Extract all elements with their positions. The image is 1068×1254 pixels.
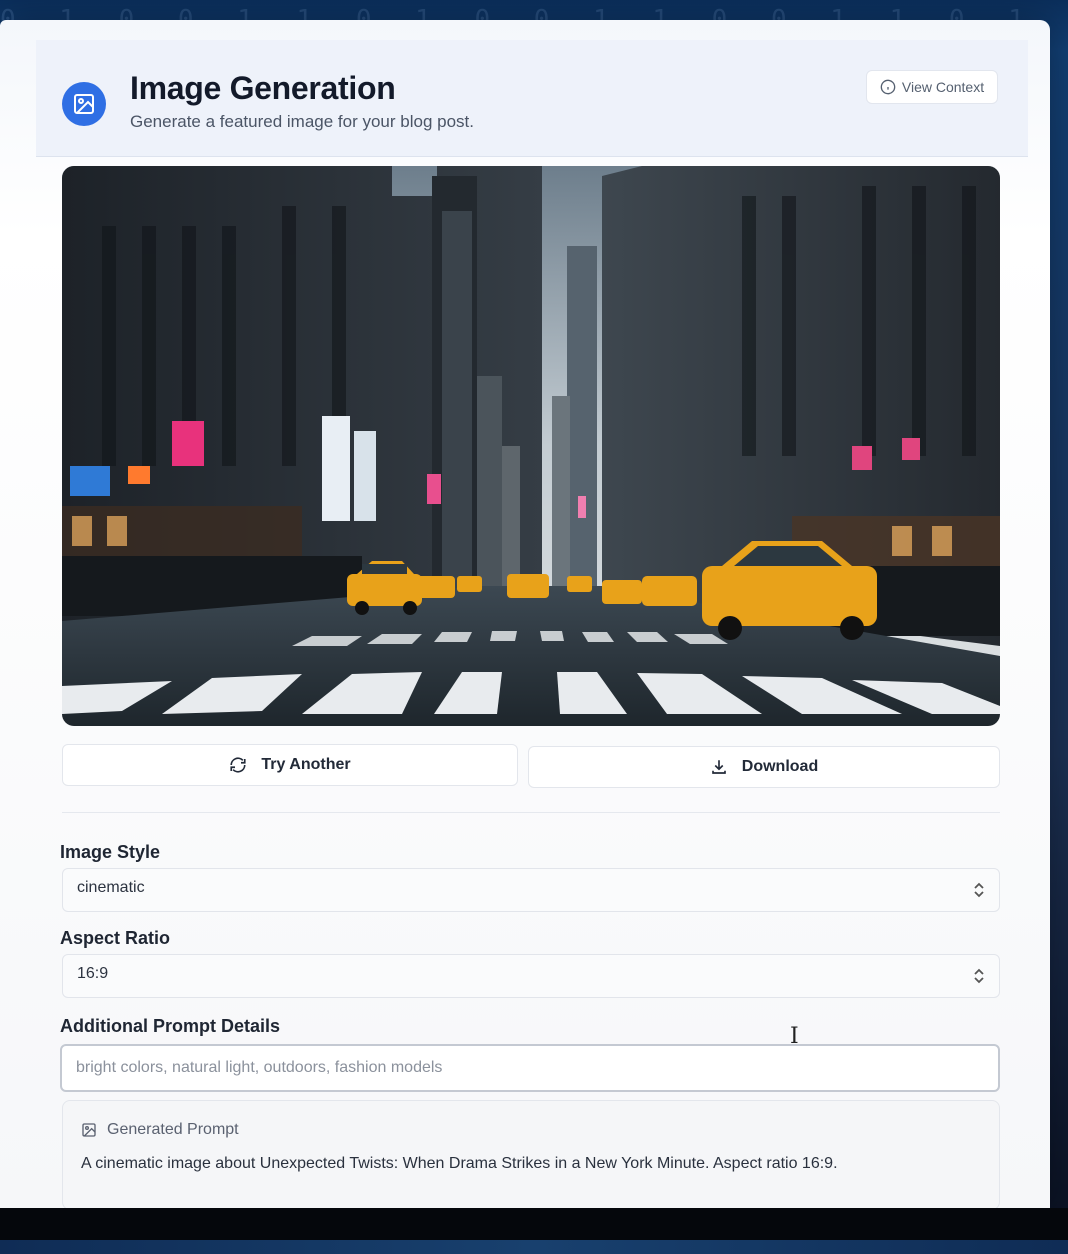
view-context-label: View Context (901, 79, 985, 95)
image-style-value: cinematic (77, 879, 145, 896)
page-header: Image Generation Generate a featured ima… (36, 40, 1028, 157)
app-window: Image Generation Generate a featured ima… (0, 20, 1050, 1212)
page-subtitle: Generate a featured image for your blog … (130, 112, 474, 131)
aspect-ratio-label: Aspect Ratio (60, 928, 171, 948)
refresh-icon (230, 757, 246, 773)
download-label: Download (741, 758, 819, 775)
monitor-bezel (0, 1208, 1068, 1254)
image-style-label: Image Style (60, 842, 161, 862)
prompt-details-label: Additional Prompt Details (60, 1016, 281, 1036)
chevron-up-down-icon (974, 968, 984, 984)
chevron-up-down-icon (974, 882, 984, 898)
info-icon (880, 79, 896, 95)
section-divider (62, 812, 1000, 813)
view-context-button[interactable]: View Context (866, 70, 998, 104)
generated-prompt-panel: Generated Prompt A cinematic image about… (62, 1100, 1000, 1210)
aspect-ratio-value: 16:9 (77, 965, 109, 982)
download-button[interactable]: Download (528, 746, 1000, 788)
try-another-button[interactable]: Try Another (62, 744, 518, 786)
prompt-details-input[interactable] (60, 1044, 1000, 1092)
generated-prompt-heading: Generated Prompt (107, 1121, 239, 1138)
generated-image (62, 166, 1000, 726)
image-icon (62, 82, 106, 126)
download-icon (711, 760, 726, 774)
try-another-label: Try Another (261, 756, 351, 773)
page-title: Image Generation (130, 70, 396, 106)
generated-prompt-text: A cinematic image about Unexpected Twist… (81, 1155, 838, 1172)
aspect-ratio-select[interactable]: 16:9 (62, 954, 1000, 998)
image-icon (82, 1123, 96, 1137)
text-cursor-icon: I (790, 1024, 799, 1049)
image-style-select[interactable]: cinematic (62, 868, 1000, 912)
